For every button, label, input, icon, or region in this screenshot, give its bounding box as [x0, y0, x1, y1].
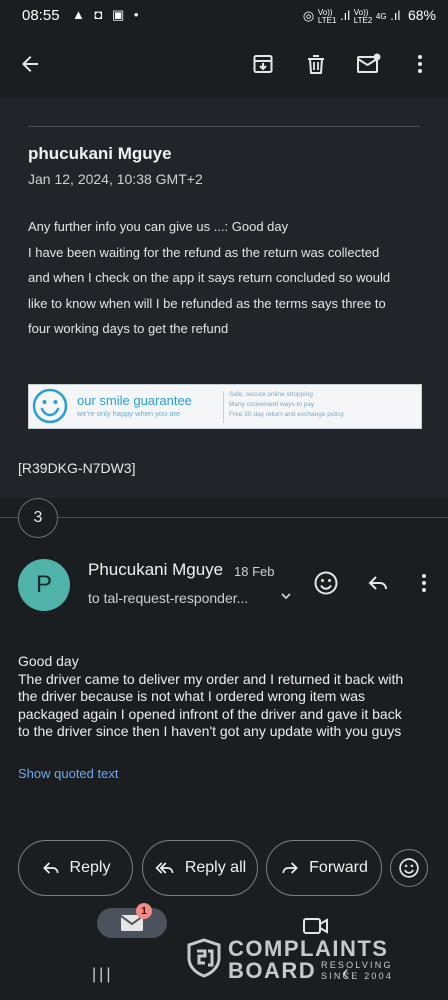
body-line: like to know when will I be refunded as … [28, 295, 386, 311]
body-line: Any further info you can give us ...: Go… [28, 219, 289, 234]
forward-label: Forward [309, 859, 368, 876]
reply-icon [42, 862, 59, 874]
body-line: four working days to get the refund [28, 321, 229, 336]
more-vert-icon[interactable] [402, 46, 438, 82]
notification-icons: ▲ ◘ ▣ • [72, 7, 142, 22]
watermark-tagline: RESOLVING SINCE 2004 [321, 960, 393, 982]
signal-icon: .ıl [340, 8, 351, 23]
body-line: The driver came to deliver my order and … [18, 670, 404, 687]
body-line: I have been waiting for the refund as th… [28, 244, 380, 260]
video-camera-icon[interactable] [302, 914, 330, 938]
unread-badge: 1 [136, 903, 152, 919]
message-header: P Phucukani Mguye 18 Feb to tal-request-… [0, 548, 448, 628]
status-bar: 08:55 ▲ ◘ ▣ • ◎ Vo)) LTE1 .ıl Vo)) LTE2 … [0, 0, 448, 30]
message-body: Good day The driver came to deliver my o… [18, 653, 438, 741]
thread-divider [0, 517, 448, 518]
hotspot-icon: ◎ [302, 8, 315, 23]
back-arrow-icon[interactable] [12, 46, 48, 82]
battery-level: 68% [407, 7, 436, 23]
trash-icon[interactable] [298, 46, 334, 82]
watermark-line2: BOARD [228, 958, 317, 983]
more-vert-icon[interactable] [407, 566, 441, 600]
banner-subtitle: we're only happy when you are [77, 409, 181, 418]
watermark-tag1: RESOLVING [321, 960, 393, 970]
avatar[interactable]: P [18, 559, 70, 611]
network-label: 4G [375, 11, 387, 21]
banner-divider [223, 391, 224, 423]
smiley-icon [32, 388, 68, 424]
smile-guarantee-banner: our smile guarantee we're only happy whe… [28, 384, 422, 429]
reply-all-icon [155, 862, 174, 874]
show-quoted-text-link[interactable]: Show quoted text [18, 766, 118, 781]
body-line: to the driver since then I haven't got a… [18, 723, 402, 739]
complaints-board-watermark: COMPLAINTS BOARD RESOLVING SINCE 2004 [186, 936, 406, 986]
banner-point: Safe, secure online shopping [229, 391, 313, 398]
mail-tab[interactable] [97, 908, 167, 938]
signal-icon-2: .ıl [390, 8, 401, 23]
chevron-down-icon[interactable] [280, 590, 292, 605]
banner-point: Free 30-day return and exchange policy [229, 411, 344, 418]
body-line: and when I check on the app it says retu… [28, 270, 391, 285]
banner-title: our smile guarantee [77, 393, 192, 408]
emoji-reaction-button[interactable] [390, 849, 428, 887]
emoji-icon [399, 858, 419, 878]
shield-logo-icon [187, 938, 221, 978]
body-line: the driver because is not what I ordered… [18, 688, 366, 704]
message-date: 18 Feb [234, 564, 275, 579]
banner-point: Many convenient ways to pay [229, 401, 315, 408]
body-line: Good day [18, 653, 79, 669]
reply-all-button[interactable]: Reply all [142, 840, 258, 896]
app-bar [0, 30, 448, 98]
reference-code: [R39DKG-N7DW3] [18, 460, 136, 476]
reply-button[interactable]: Reply [18, 840, 133, 896]
divider [28, 126, 420, 127]
recents-button[interactable]: ||| [92, 966, 113, 984]
older-message-body: Any further info you can give us ...: Go… [28, 214, 423, 342]
archive-icon[interactable] [245, 46, 281, 82]
forward-icon [282, 862, 299, 874]
reply-label: Reply [69, 859, 111, 876]
status-time: 08:55 [22, 7, 60, 24]
collapsed-messages-count[interactable]: 3 [18, 498, 58, 538]
emoji-react-icon[interactable] [309, 566, 343, 600]
forward-button[interactable]: Forward [266, 840, 382, 896]
body-line: packaged again I opened infront of the d… [18, 705, 402, 722]
watermark-tag2: SINCE 2004 [321, 971, 394, 981]
message-sender: Phucukani Mguye [88, 560, 224, 579]
sim1-label: Vo)) LTE1 [317, 7, 337, 25]
mark-unread-icon[interactable] [351, 46, 387, 82]
status-right: ◎ Vo)) LTE1 .ıl Vo)) LTE2 4G .ıl 68% [303, 7, 436, 25]
older-message-card: phucukani Mguye Jan 12, 2024, 10:38 GMT+… [0, 98, 448, 498]
older-sender-name: phucukani Mguye [28, 144, 172, 163]
reply-all-label: Reply all [184, 859, 247, 876]
reply-icon[interactable] [361, 566, 395, 600]
banner-points: Safe, secure online shopping Many conven… [229, 390, 344, 420]
sim2-label: Vo)) LTE2 [353, 7, 373, 25]
recipient-details[interactable]: to tal-request-responder... [88, 590, 248, 606]
older-sent-date: Jan 12, 2024, 10:38 GMT+2 [28, 171, 203, 187]
